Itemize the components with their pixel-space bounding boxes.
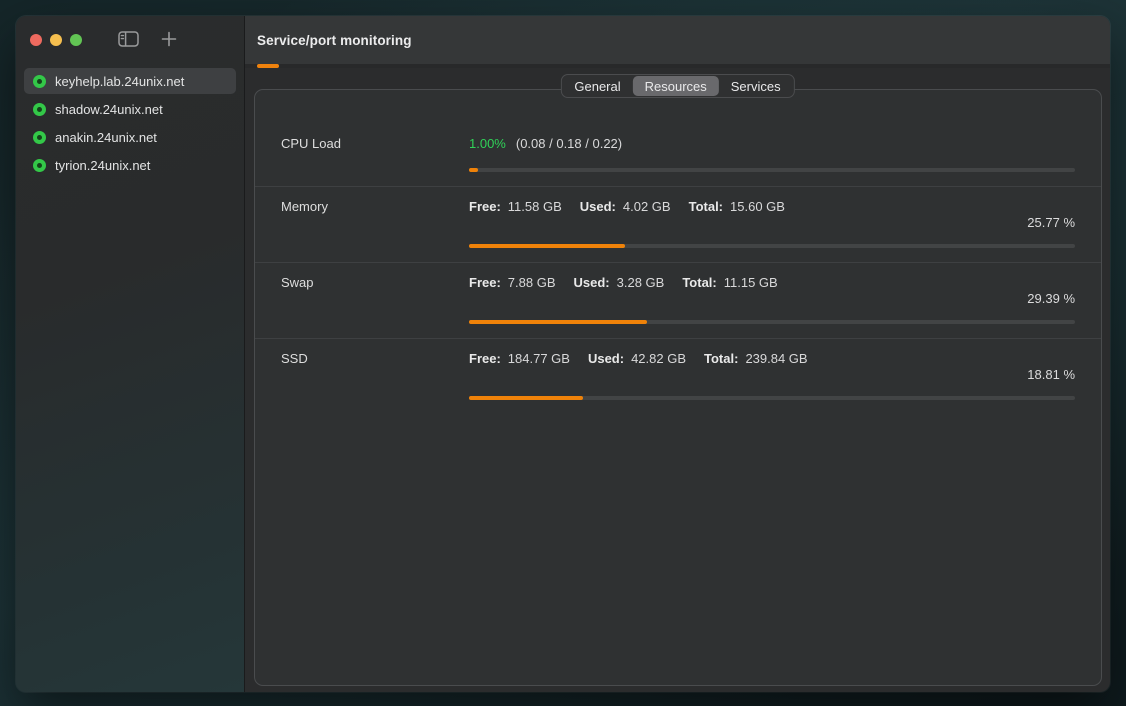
minimize-button[interactable] — [50, 34, 62, 46]
free-label: Free: — [469, 275, 501, 290]
total-value: 15.60 GB — [730, 199, 785, 214]
online-status-icon — [33, 131, 46, 144]
cpu-load-value: 1.00% — [469, 136, 506, 151]
resource-row-cpu: CPU Load 1.00% (0.08 / 0.18 / 0.22) — [255, 90, 1101, 186]
sidebar: keyhelp.lab.24unix.net shadow.24unix.net… — [16, 16, 245, 692]
traffic-lights — [30, 34, 82, 46]
server-name: keyhelp.lab.24unix.net — [55, 74, 184, 89]
progress-fill — [469, 244, 625, 248]
add-icon — [161, 31, 177, 50]
online-status-icon — [33, 103, 46, 116]
add-server-button[interactable] — [161, 31, 177, 50]
used-label: Used: — [574, 275, 610, 290]
server-list: keyhelp.lab.24unix.net shadow.24unix.net… — [16, 64, 244, 182]
total-label: Total: — [682, 275, 716, 290]
title-bar: Service/port monitoring — [245, 16, 1110, 64]
total-value: 11.15 GB — [724, 275, 778, 290]
used-label: Used: — [588, 351, 624, 366]
usage-percent: 18.81 % — [281, 367, 1075, 383]
progress-track — [469, 320, 1075, 324]
row-label: Swap — [281, 275, 469, 290]
resource-row-memory: Memory Free: 11.58 GB Used: 4.02 GB Total:… — [255, 186, 1101, 262]
progress-fill — [469, 168, 478, 172]
usage-percent: 25.77 % — [281, 215, 1075, 231]
sidebar-item-keyhelp[interactable]: keyhelp.lab.24unix.net — [24, 68, 236, 94]
used-value: 4.02 GB — [623, 199, 671, 214]
tab-services[interactable]: Services — [719, 76, 793, 96]
progress-track — [469, 168, 1075, 172]
free-value: 184.77 GB — [508, 351, 570, 366]
server-name: shadow.24unix.net — [55, 102, 163, 117]
sidebar-item-shadow[interactable]: shadow.24unix.net — [24, 96, 236, 122]
page-title: Service/port monitoring — [257, 33, 412, 48]
toolbar-icons — [118, 31, 177, 50]
tab-bar: General Resources Services — [560, 74, 794, 98]
usage-percent: 29.39 % — [281, 291, 1075, 307]
free-label: Free: — [469, 199, 501, 214]
used-label: Used: — [580, 199, 616, 214]
free-label: Free: — [469, 351, 501, 366]
sidebar-toggle-button[interactable] — [118, 31, 139, 50]
close-button[interactable] — [30, 34, 42, 46]
resource-row-swap: Swap Free: 7.88 GB Used: 3.28 GB Total: 11.… — [255, 262, 1101, 338]
row-label: Memory — [281, 199, 469, 214]
row-label: SSD — [281, 351, 469, 366]
online-status-icon — [33, 159, 46, 172]
server-name: tyrion.24unix.net — [55, 158, 150, 173]
resource-row-ssd: SSD Free: 184.77 GB Used: 42.82 GB Total: 2… — [255, 338, 1101, 414]
total-label: Total: — [689, 199, 723, 214]
tab-general[interactable]: General — [562, 76, 632, 96]
zoom-button[interactable] — [70, 34, 82, 46]
progress-track — [469, 396, 1075, 400]
resources-panel: CPU Load 1.00% (0.08 / 0.18 / 0.22) Memo… — [254, 89, 1102, 686]
tab-resources[interactable]: Resources — [633, 76, 719, 96]
row-label: CPU Load — [281, 136, 469, 151]
online-status-icon — [33, 75, 46, 88]
progress-fill — [469, 396, 583, 400]
progress-track — [469, 244, 1075, 248]
cpu-load-averages: (0.08 / 0.18 / 0.22) — [516, 136, 622, 151]
content-body: CPU Load 1.00% (0.08 / 0.18 / 0.22) Memo… — [245, 68, 1110, 692]
free-value: 11.58 GB — [508, 199, 562, 214]
sidebar-toggle-icon — [118, 31, 139, 50]
sidebar-toolbar — [16, 16, 244, 64]
progress-fill — [469, 320, 647, 324]
used-value: 3.28 GB — [617, 275, 665, 290]
total-label: Total: — [704, 351, 738, 366]
free-value: 7.88 GB — [508, 275, 556, 290]
sidebar-item-anakin[interactable]: anakin.24unix.net — [24, 124, 236, 150]
used-value: 42.82 GB — [631, 351, 686, 366]
sidebar-item-tyrion[interactable]: tyrion.24unix.net — [24, 152, 236, 178]
main-content: Service/port monitoring CPU Load 1.00% (… — [245, 16, 1110, 692]
server-name: anakin.24unix.net — [55, 130, 157, 145]
app-window: keyhelp.lab.24unix.net shadow.24unix.net… — [16, 16, 1110, 692]
resource-rows: CPU Load 1.00% (0.08 / 0.18 / 0.22) Memo… — [255, 90, 1101, 414]
total-value: 239.84 GB — [745, 351, 807, 366]
